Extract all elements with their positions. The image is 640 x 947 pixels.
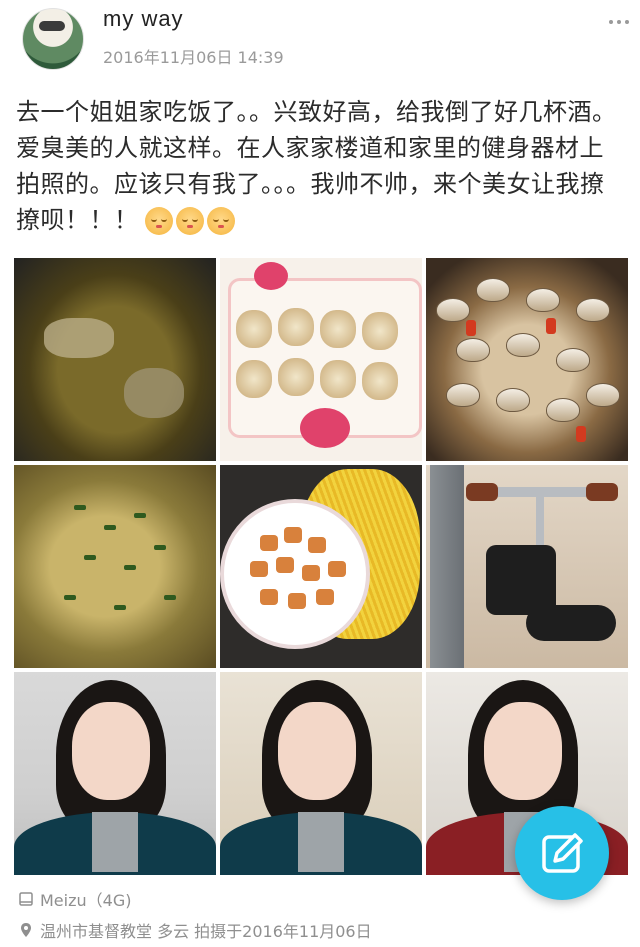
pork-piece (288, 593, 306, 609)
edit-pencil-icon (542, 833, 583, 873)
post-body-text: 去一个姐姐家吃饭了。。兴致好高，给我倒了好几杯酒。爱臭美的人就这样。在人家家楼道… (16, 98, 617, 234)
face (278, 702, 356, 800)
herb (154, 545, 166, 550)
pork-piece (260, 535, 278, 551)
pork-piece (328, 561, 346, 577)
photo-greens-stew[interactable] (14, 465, 216, 668)
post-timestamp: 2016年11月06日 14:39 (103, 48, 284, 67)
photo-selfie[interactable] (14, 672, 216, 875)
equipment-grip (586, 483, 618, 501)
rice-ball (278, 308, 314, 346)
pork-piece (260, 589, 278, 605)
location-info: 温州市基督教堂 多云 拍摄于2016年11月06日 (18, 918, 372, 942)
chili-pepper (576, 426, 586, 442)
shirt (298, 812, 344, 872)
flower-decoration (300, 408, 350, 448)
device-label: Meizu（4G) (40, 891, 132, 910)
herb (74, 505, 86, 510)
username[interactable]: my way (103, 6, 184, 32)
location-label: 温州市基督教堂 多云 拍摄于2016年11月06日 (40, 922, 372, 941)
emoji-row (144, 207, 235, 235)
photo-clams[interactable] (426, 258, 628, 461)
post-text-block: 去一个姐姐家吃饭了。。兴致好高，给我倒了好几杯酒。爱臭美的人就这样。在人家家楼道… (16, 94, 626, 238)
herb (114, 605, 126, 610)
herb (64, 595, 76, 600)
rice-ball (320, 360, 356, 398)
photo-soup[interactable] (14, 258, 216, 461)
photo-rice-balls[interactable] (220, 258, 422, 461)
face (72, 702, 150, 800)
clam (476, 278, 510, 302)
shirt (92, 812, 138, 872)
shy-smile-emoji (206, 207, 235, 235)
equipment-grip (466, 483, 498, 501)
device-info: Meizu（4G) (18, 887, 131, 911)
avatar[interactable] (22, 8, 84, 70)
herb (134, 513, 146, 518)
rice-ball (362, 362, 398, 400)
equipment-roller (526, 605, 616, 641)
herb (164, 595, 176, 600)
photo-fitness-equipment[interactable] (426, 465, 628, 668)
leg (430, 465, 464, 668)
clam (446, 383, 480, 407)
more-dots-icon[interactable] (604, 12, 634, 32)
herb (124, 565, 136, 570)
pork-piece (302, 565, 320, 581)
compose-button[interactable] (515, 806, 609, 900)
clam (586, 383, 620, 407)
pork-piece (284, 527, 302, 543)
rice-ball (236, 310, 272, 348)
clam (556, 348, 590, 372)
rice-ball (278, 358, 314, 396)
clam (456, 338, 490, 362)
post-header: my way 2016年11月06日 14:39 (0, 0, 640, 80)
face (484, 702, 562, 800)
clam (436, 298, 470, 322)
clam (526, 288, 560, 312)
rice-ball (362, 312, 398, 350)
rice-ball (236, 360, 272, 398)
pork-piece (250, 561, 268, 577)
phone-icon (19, 892, 33, 906)
bowl (220, 499, 370, 649)
shy-smile-emoji (144, 207, 173, 235)
clam (496, 388, 530, 412)
herb (104, 525, 116, 530)
pork-piece (276, 557, 294, 573)
chili-pepper (466, 320, 476, 336)
herb (84, 555, 96, 560)
clam (576, 298, 610, 322)
flower-decoration (254, 262, 288, 290)
photo-grid (14, 258, 628, 875)
shy-smile-emoji (175, 207, 204, 235)
pork-piece (308, 537, 326, 553)
photo-pork-and-potato[interactable] (220, 465, 422, 668)
pork-piece (316, 589, 334, 605)
photo-selfie[interactable] (220, 672, 422, 875)
location-pin-icon (21, 923, 31, 937)
rice-ball (320, 310, 356, 348)
chili-pepper (546, 318, 556, 334)
clam (506, 333, 540, 357)
clam (546, 398, 580, 422)
